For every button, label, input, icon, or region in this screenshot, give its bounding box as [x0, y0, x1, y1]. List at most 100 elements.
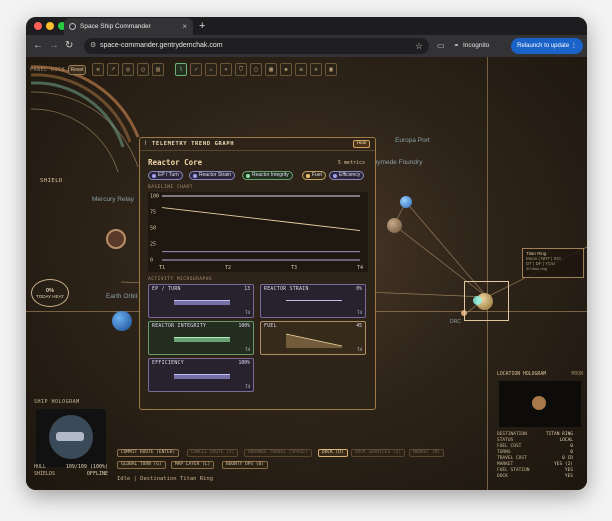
chip-efficiency[interactable]: Efficiency	[329, 171, 365, 180]
cross-icon[interactable]: ✕	[220, 63, 232, 76]
address-toolbar: ← → ↻ ⚙ space-commander.gentrydemchak.co…	[26, 35, 587, 57]
chip-reactor-strain[interactable]: Reactor Strain	[189, 171, 235, 180]
baseline-chart: 0 25 50 75 100 T1 T2 T3 T4	[148, 192, 368, 272]
back-icon[interactable]: ←	[33, 35, 43, 57]
advance-travel-button[interactable]: ADVANCE TRAVEL (SPACE)	[244, 449, 312, 457]
y-tick-label: 0	[150, 258, 153, 264]
hull-label: HULL	[34, 464, 47, 470]
layers-icon[interactable]: ≡	[295, 63, 307, 76]
micrograph-reactor-strain[interactable]: REACTOR STRAIN 0% T4	[260, 284, 366, 318]
location-row: TURNS 0	[497, 450, 573, 455]
dock-reset-button[interactable]: Reset	[68, 65, 86, 75]
ganymede-planet[interactable]	[387, 218, 402, 233]
x-tick-label: T3	[291, 265, 297, 271]
cube-icon[interactable]: ◈	[280, 63, 292, 76]
target-icon[interactable]: ◎	[122, 63, 134, 76]
market-button[interactable]: MARKET (M)	[409, 449, 445, 457]
location-header: LOCATION HOLOGRAM MOON	[497, 372, 583, 377]
earth-planet[interactable]	[112, 311, 132, 331]
micrograph-efficiency[interactable]: EFFICIENCY 100% T4	[148, 358, 254, 392]
site-info-icon[interactable]: ⚙	[90, 38, 96, 54]
y-tick-label: 75	[150, 210, 156, 216]
micrograph-value: 0%	[356, 287, 362, 292]
micrograph-value: 100%	[238, 361, 250, 366]
address-bar[interactable]: ⚙ space-commander.gentrydemchak.com ☆	[84, 38, 429, 54]
location-row-key: FUEL COST	[497, 444, 522, 449]
micrograph-line	[286, 300, 342, 301]
ring-icon[interactable]: ○	[137, 63, 149, 76]
location-row-key: TRAVEL COST	[497, 456, 527, 461]
tab-close-icon[interactable]: ×	[182, 18, 187, 35]
telemetry-panel[interactable]: ⌇ TELEMETRY TREND GRAPH Hide Reactor Cor…	[139, 137, 376, 410]
box-icon[interactable]: ▢	[250, 63, 262, 76]
cursor-icon[interactable]: ➚	[107, 63, 119, 76]
commit-route-button[interactable]: COMMIT ROUTE (ENTER)	[117, 449, 180, 457]
chip-dot	[193, 174, 197, 178]
side-panel-icon[interactable]: ▭	[437, 39, 445, 53]
location-row-value: TITAN RING	[545, 432, 573, 437]
chip-reactor-integrity[interactable]: Reactor Integrity	[242, 171, 293, 180]
map-layer-button[interactable]: MAP LAYER (L)	[171, 461, 215, 469]
forward-icon[interactable]: →	[49, 35, 59, 57]
cancel-route-button[interactable]: CANCEL ROUTE (X)	[187, 449, 239, 457]
y-tick-label: 100	[150, 194, 159, 200]
player-ship-marker[interactable]	[473, 296, 482, 305]
chip-label: Reactor Strain	[199, 172, 231, 178]
globe-icon	[69, 23, 76, 30]
flame-icon[interactable]: ♨	[205, 63, 217, 76]
location-view[interactable]	[499, 381, 581, 427]
location-row: FUEL STATION YES	[497, 468, 573, 473]
incognito-label: Incognito	[463, 42, 490, 49]
new-tab-icon[interactable]: +	[199, 17, 205, 35]
panel-icon[interactable]: ▣	[325, 63, 337, 76]
telemetry-title: TELEMETRY TREND GRAPH	[152, 141, 235, 147]
micrograph-bar	[174, 338, 230, 342]
micrograph-reactor-integrity[interactable]: REACTOR INTEGRITY 100% T4	[148, 321, 254, 355]
dock-services-button[interactable]: DOCK SERVICES (S)	[351, 449, 406, 457]
wrench-icon[interactable]: ⚒	[92, 63, 104, 76]
browser-tab[interactable]: Space Ship Commander ×	[64, 18, 193, 35]
telemetry-subject: Reactor Core	[148, 158, 203, 167]
ship-hologram-view[interactable]	[36, 409, 106, 467]
location-row-key: FUEL STATION	[497, 468, 530, 473]
rocket-icon[interactable]: ➶	[190, 63, 202, 76]
earth-orbit-label: Earth Orbit	[106, 293, 138, 300]
micrograph-turn: T4	[357, 347, 362, 352]
status-line: Idle | Destination Titan Ring	[117, 476, 214, 482]
micrograph-fuel[interactable]: FUEL 45 T4	[260, 321, 366, 355]
grid-icon[interactable]: ▦	[265, 63, 277, 76]
close-window-button[interactable]	[34, 22, 42, 30]
micrograph-value: 100%	[238, 324, 250, 329]
bookmark-star-icon[interactable]: ☆	[415, 38, 423, 54]
series-line-1	[161, 207, 361, 232]
dock-button[interactable]: DOCK (D)	[318, 449, 348, 457]
chip-label: Efficiency	[339, 172, 361, 178]
shields-row: SHIELDS OFFLINE	[34, 471, 108, 477]
bounty-ops-button[interactable]: BOUNTY OPS (B)	[222, 461, 268, 469]
europa-port-planet[interactable]	[400, 196, 412, 208]
shields-label: SHIELDS	[34, 471, 56, 477]
telemetry-hide-button[interactable]: Hide	[353, 140, 370, 148]
gear-icon[interactable]: ✲	[310, 63, 322, 76]
book-icon[interactable]: ▤	[152, 63, 164, 76]
telemetry-header[interactable]: ⌇ TELEMETRY TREND GRAPH Hide	[140, 138, 375, 151]
game-viewport[interactable]: SHIELD PANEL DOCK Reset ⚒ ➚ ◎ ○ ▤ ⌇ ➶ ♨ …	[26, 57, 587, 490]
minimize-window-button[interactable]	[46, 22, 54, 30]
incognito-icon: ◓	[454, 41, 459, 50]
activity-micrographs-label: ACTIVITY MICROGRAPHS	[148, 277, 213, 282]
orbit-arc-1	[30, 91, 139, 168]
relaunch-button[interactable]: Relaunch to update ⋮	[511, 38, 583, 54]
chip-ep-turn[interactable]: EP / Turn	[148, 171, 183, 180]
trend-icon[interactable]: ⌇	[175, 63, 187, 76]
micrograph-turn: T4	[357, 310, 362, 315]
reload-icon[interactable]: ↻	[65, 35, 73, 57]
trend-icon: ⌇	[144, 141, 147, 147]
global-turn-button[interactable]: GLOBAL TURN (G)	[117, 461, 166, 469]
micrograph-ep-turn[interactable]: EP / TURN 13 T4	[148, 284, 254, 318]
micrograph-value: 13	[244, 287, 250, 292]
hull-value: 109/109 (100%)	[65, 464, 108, 470]
mercury-relay-station[interactable]	[106, 229, 126, 249]
panel-dock-label: PANEL DOCK	[30, 67, 66, 73]
chip-fuel[interactable]: Fuel	[302, 171, 326, 180]
shield-icon[interactable]: ⛉	[235, 63, 247, 76]
